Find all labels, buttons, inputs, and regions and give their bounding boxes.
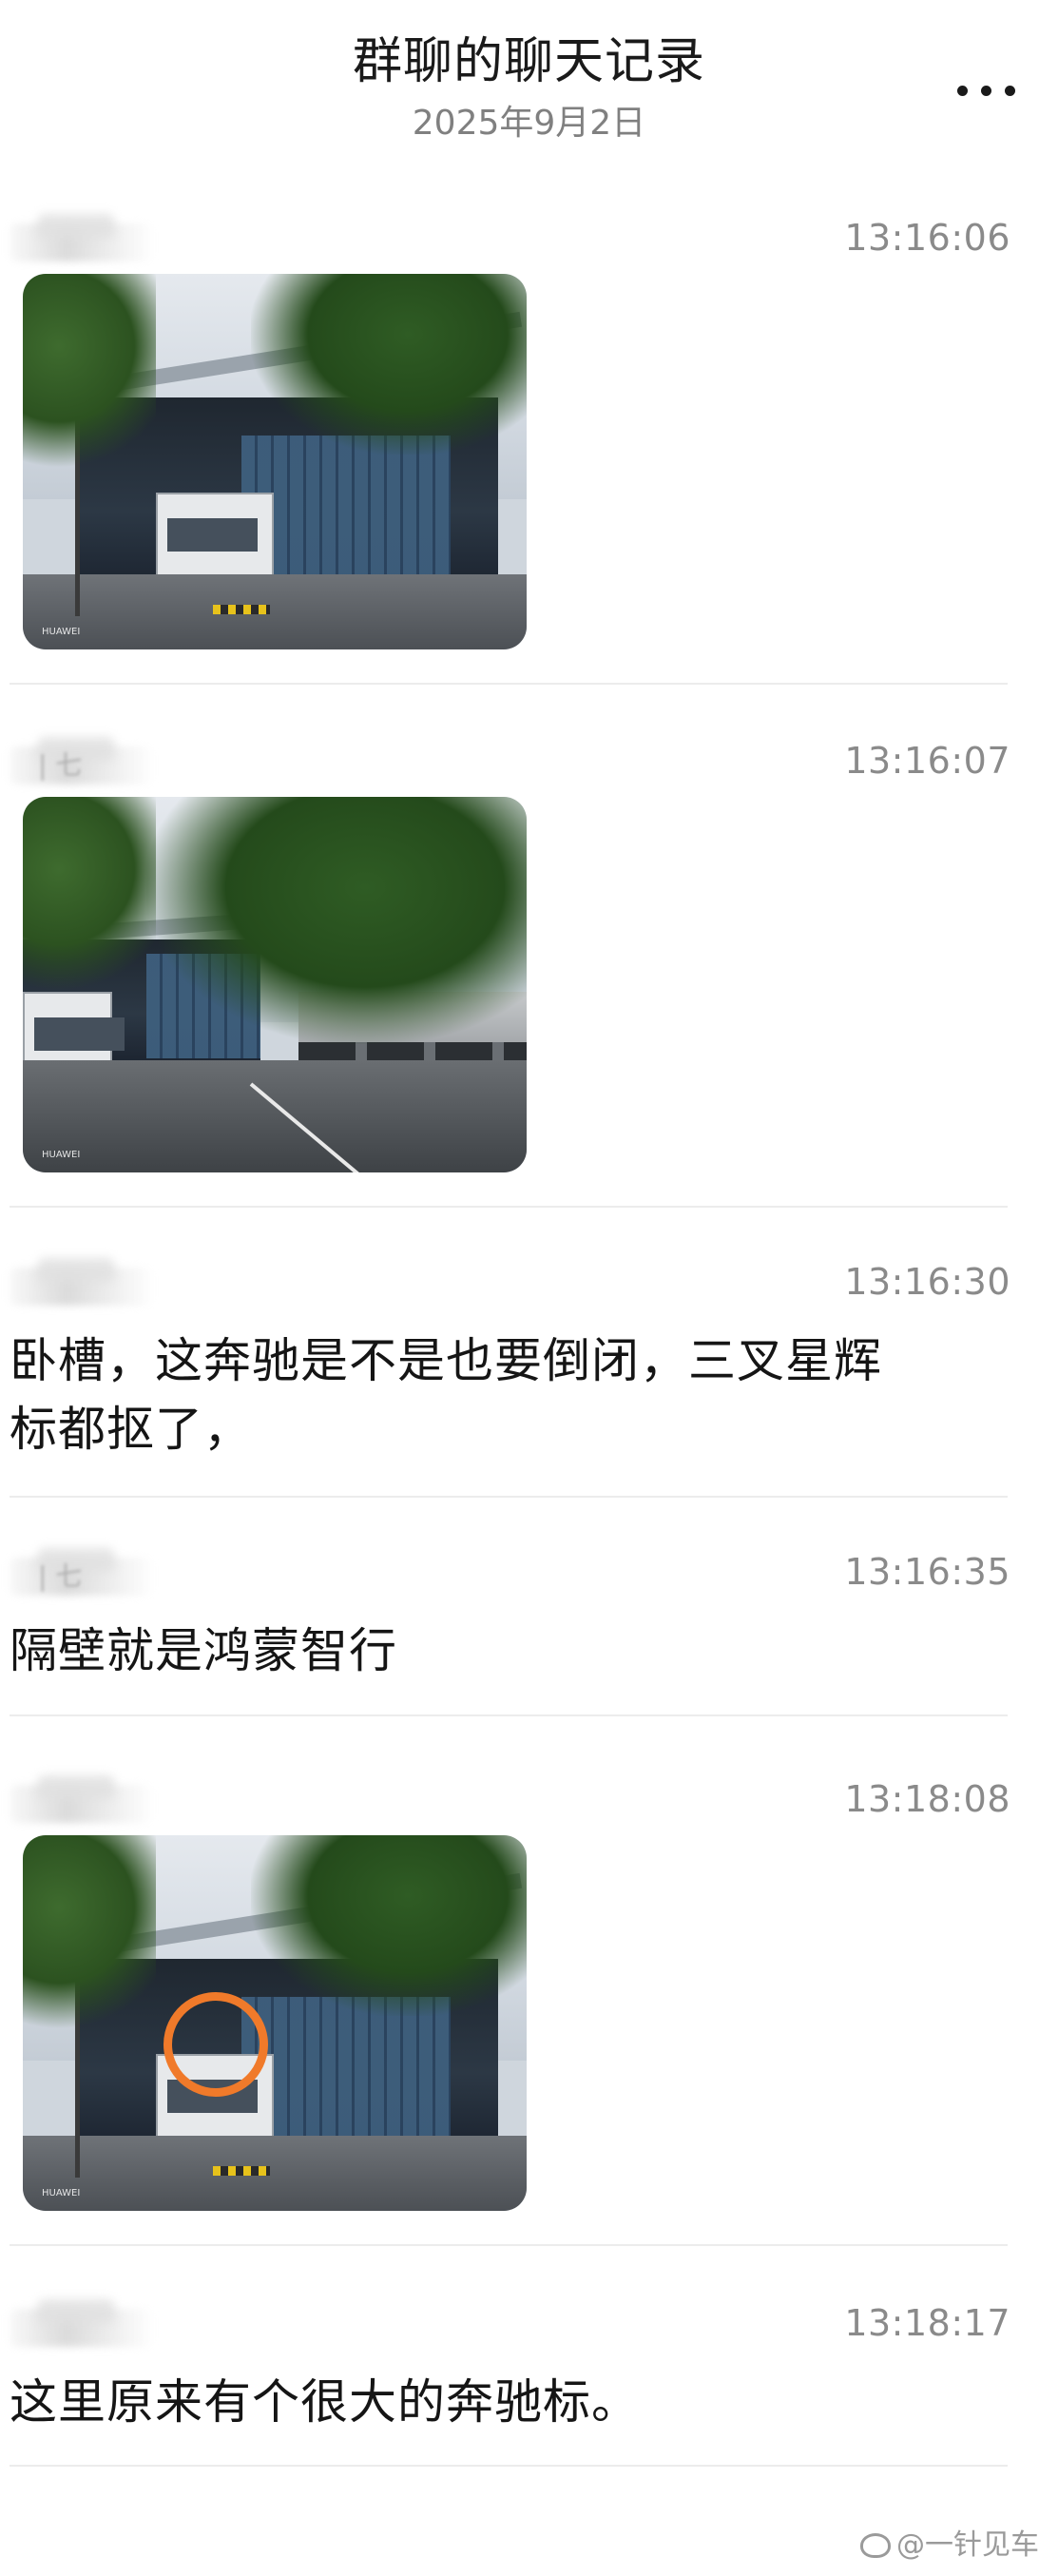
divider xyxy=(10,1714,1008,1716)
message-timestamp: 13:18:08 xyxy=(844,1778,1010,1820)
more-dots-icon xyxy=(957,86,968,96)
camera-watermark: HUAWEI xyxy=(42,627,81,637)
divider xyxy=(10,2465,1008,2467)
message-text[interactable]: 隔壁就是鸿蒙智行 xyxy=(10,1617,1027,1685)
chat-message: 13:16:06 HUAWEI xyxy=(0,214,1058,689)
weibo-icon xyxy=(860,2533,891,2558)
divider xyxy=(10,683,1008,685)
divider xyxy=(10,2244,1008,2246)
sender-name-blurred xyxy=(10,1775,171,1842)
photo-message[interactable]: HUAWEI xyxy=(23,274,527,649)
camera-watermark: HUAWEI xyxy=(42,2188,81,2198)
chat-message: 13:18:17 这里原来有个很大的奔驰标。 xyxy=(0,2299,1058,2461)
message-timestamp: 13:16:35 xyxy=(844,1551,1010,1593)
sender-name-blurred xyxy=(10,214,171,281)
sender-name-blurred xyxy=(10,1258,171,1325)
message-text[interactable]: 卧槽，这奔驰是不是也要倒闭，三叉星辉 标都抠了， xyxy=(10,1327,1027,1463)
message-timestamp: 13:18:17 xyxy=(844,2302,1010,2344)
page-title: 群聊的聊天记录 xyxy=(352,33,705,90)
photo-message[interactable]: HUAWEI xyxy=(23,797,527,1172)
chat-date: 2025年9月2日 xyxy=(412,104,646,143)
chat-message: | 七 13:16:35 隔壁就是鸿蒙智行 xyxy=(0,1548,1058,1710)
divider xyxy=(10,1496,1008,1498)
message-timestamp: 13:16:30 xyxy=(844,1261,1010,1303)
sender-name-blurred: | 七 xyxy=(10,737,171,804)
camera-watermark: HUAWEI xyxy=(42,1150,81,1160)
sender-name-blurred xyxy=(10,2299,171,2366)
chat-history-header: 群聊的聊天记录 2025年9月2日 xyxy=(0,0,1058,162)
divider xyxy=(10,1206,1008,1208)
message-text[interactable]: 这里原来有个很大的奔驰标。 xyxy=(10,2368,1027,2436)
message-timestamp: 13:16:06 xyxy=(844,217,1010,259)
weibo-watermark: @一针见车 xyxy=(860,2527,1039,2565)
chat-message: 13:18:08 HUAWEI xyxy=(0,1775,1058,2251)
message-timestamp: 13:16:07 xyxy=(844,740,1010,782)
chat-message: 13:16:30 卧槽，这奔驰是不是也要倒闭，三叉星辉 标都抠了， xyxy=(0,1258,1058,1477)
chat-message: | 七 13:16:07 HUAWEI xyxy=(0,737,1058,1212)
more-options-button[interactable] xyxy=(953,67,1020,114)
sender-name-blurred: | 七 xyxy=(10,1548,171,1615)
photo-message[interactable]: HUAWEI xyxy=(23,1835,527,2211)
